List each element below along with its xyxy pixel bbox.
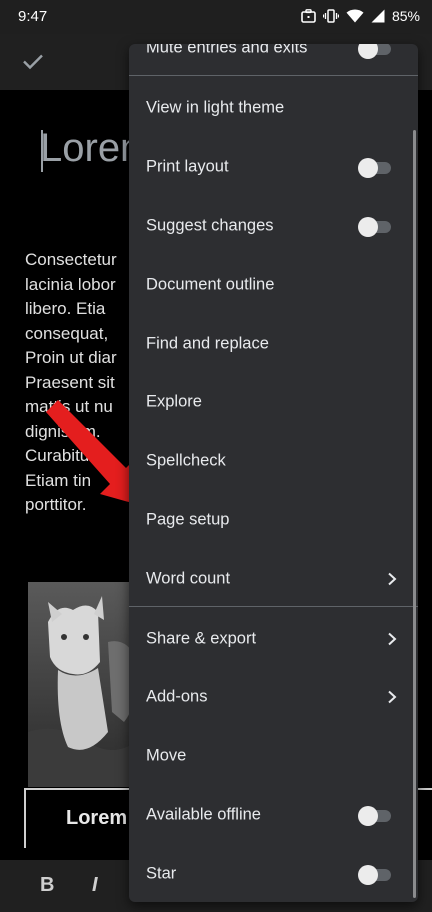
toggle-switch[interactable] <box>358 805 391 826</box>
overflow-menu: Mute entries and exits View in light the… <box>129 44 418 902</box>
menu-item-document-outline[interactable]: Document outline <box>129 255 418 314</box>
status-bar: 9:47 85% <box>0 0 432 34</box>
cell-signal-icon <box>371 9 385 23</box>
menu-item-add-ons[interactable]: Add-ons <box>129 667 418 726</box>
menu-item-label: Print layout <box>146 157 229 175</box>
menu-item-label: Available offline <box>146 805 261 823</box>
menu-item-spellcheck[interactable]: Spellcheck <box>129 431 418 490</box>
menu-item-label: Mute entries and exits <box>146 44 308 56</box>
menu-item-print-layout[interactable]: Print layout <box>129 137 418 196</box>
check-icon[interactable] <box>18 46 48 76</box>
menu-item-explore[interactable]: Explore <box>129 372 418 431</box>
menu-item-available-offline[interactable]: Available offline <box>129 785 418 844</box>
menu-item-star[interactable]: Star <box>129 844 418 902</box>
chevron-right-icon <box>388 572 397 585</box>
status-time: 9:47 <box>18 8 48 25</box>
menu-item-share-export[interactable]: Share & export <box>129 609 418 668</box>
chevron-right-icon <box>388 690 397 703</box>
menu-item-label: Page setup <box>146 510 230 528</box>
menu-item-label: Share & export <box>146 629 257 647</box>
chevron-right-icon <box>388 632 397 645</box>
wifi-icon <box>346 9 364 23</box>
toggle-switch[interactable] <box>358 864 391 885</box>
menu-item-label: Add-ons <box>146 687 208 705</box>
toggle-switch[interactable] <box>358 44 391 59</box>
toggle-switch[interactable] <box>358 157 391 178</box>
menu-item-label: Suggest changes <box>146 216 274 234</box>
battery-percent: 85% <box>391 8 420 24</box>
briefcase-icon <box>301 9 316 23</box>
menu-item-find-replace[interactable]: Find and replace <box>129 314 418 373</box>
vibrate-icon <box>322 9 339 23</box>
menu-item-label: Move <box>146 746 187 764</box>
menu-item-label: Spellcheck <box>146 451 226 469</box>
menu-item-label: Star <box>146 864 177 882</box>
menu-item-page-setup[interactable]: Page setup <box>129 490 418 549</box>
menu-item-suggest-changes[interactable]: Suggest changes <box>129 196 418 255</box>
menu-item-label: Word count <box>146 569 231 587</box>
menu-item-label: Explore <box>146 392 202 410</box>
status-icons: 85% <box>301 8 420 24</box>
menu-divider <box>129 75 418 76</box>
italic-button[interactable]: I <box>92 874 98 897</box>
menu-item-move[interactable]: Move <box>129 726 418 785</box>
menu-item-label: Document outline <box>146 275 275 293</box>
bold-button[interactable]: B <box>40 874 54 897</box>
menu-item-word-count[interactable]: Word count <box>129 549 418 608</box>
menu-item-light-theme[interactable]: View in light theme <box>129 78 418 137</box>
toggle-switch[interactable] <box>358 216 391 237</box>
text-cursor <box>41 130 43 172</box>
menu-item-label: Find and replace <box>146 334 269 352</box>
menu-item-label: View in light theme <box>146 98 285 116</box>
menu-divider <box>129 606 418 607</box>
menu-item-mute-entries[interactable]: Mute entries and exits <box>129 44 418 77</box>
table-cell-text: Lorem <box>66 807 128 829</box>
menu-scrollbar[interactable] <box>413 130 416 898</box>
